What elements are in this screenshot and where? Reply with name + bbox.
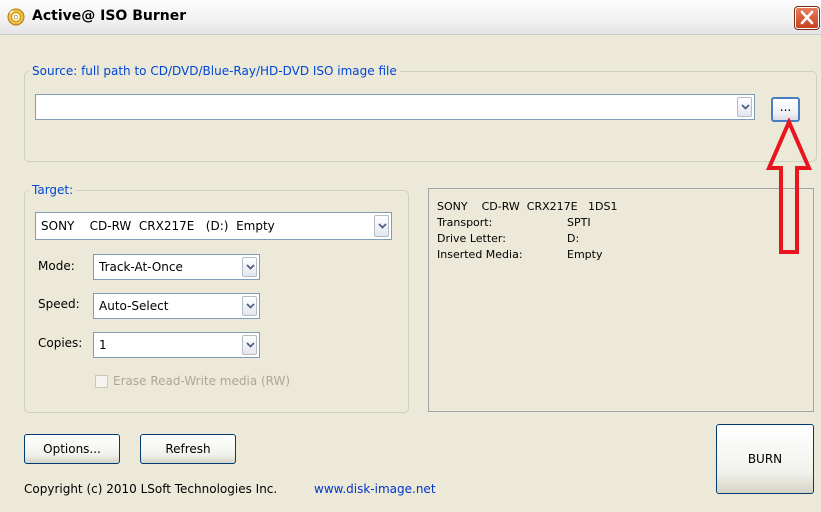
options-button-label: Options...: [43, 442, 101, 456]
drive-dropdown-button[interactable]: [374, 215, 389, 237]
refresh-button-label: Refresh: [165, 442, 211, 456]
chevron-down-icon: [246, 264, 255, 270]
burn-button-label: BURN: [747, 452, 783, 466]
drive-info-key: Inserted Media:: [437, 248, 523, 261]
copies-dropdown-button[interactable]: [242, 335, 257, 355]
speed-select[interactable]: Auto-Select: [93, 293, 260, 319]
options-button[interactable]: Options...: [24, 434, 120, 464]
drive-info-value: SPTI: [567, 216, 591, 229]
mode-select-value: Track-At-Once: [99, 260, 183, 274]
speed-dropdown-button[interactable]: [242, 296, 257, 316]
copies-label: Copies:: [38, 336, 83, 350]
annotation-arrow-icon: [765, 118, 813, 254]
drive-info-value: Empty: [567, 248, 603, 261]
mode-label: Mode:: [38, 259, 75, 273]
speed-label: Speed:: [38, 297, 80, 311]
copies-select[interactable]: 1: [93, 332, 260, 358]
window-title: Active@ ISO Burner: [32, 8, 187, 24]
source-path-combo[interactable]: [35, 94, 755, 120]
copyright-text: Copyright (c) 2010 LSoft Technologies In…: [24, 482, 278, 496]
source-legend: Source: full path to CD/DVD/Blue-Ray/HD-…: [32, 64, 397, 78]
chevron-down-icon: [378, 223, 387, 229]
chevron-down-icon: [246, 303, 255, 309]
browse-button-label: ...: [779, 100, 792, 115]
mode-dropdown-button[interactable]: [242, 257, 257, 277]
chevron-down-icon: [246, 342, 255, 348]
drive-select-value: SONY CD-RW CRX217E (D:) Empty: [41, 219, 275, 233]
copies-select-value: 1: [99, 338, 107, 352]
close-button[interactable]: [794, 6, 820, 30]
source-dropdown-button[interactable]: [737, 97, 752, 117]
target-legend: Target:: [32, 183, 74, 197]
drive-info-key: Drive Letter:: [437, 232, 506, 245]
chevron-down-icon: [741, 104, 750, 110]
burn-button[interactable]: BURN: [716, 424, 814, 494]
drive-info-key: Transport:: [437, 216, 493, 229]
drive-info-panel: SONY CD-RW CRX217E 1DS1 Transport: SPTI …: [428, 188, 814, 412]
drive-select[interactable]: SONY CD-RW CRX217E (D:) Empty: [35, 212, 392, 240]
app-icon: [7, 8, 25, 26]
erase-rw-checkbox[interactable]: [95, 375, 108, 388]
mode-select[interactable]: Track-At-Once: [93, 254, 260, 280]
drive-info-header: SONY CD-RW CRX217E 1DS1: [437, 200, 618, 213]
close-icon: [800, 10, 814, 25]
erase-rw-label: Erase Read-Write media (RW): [113, 374, 291, 388]
drive-info-value: D:: [567, 232, 580, 245]
speed-select-value: Auto-Select: [99, 299, 169, 313]
title-bar[interactable]: Active@ ISO Burner: [0, 0, 821, 35]
refresh-button[interactable]: Refresh: [140, 434, 236, 464]
website-link[interactable]: www.disk-image.net: [314, 482, 436, 496]
